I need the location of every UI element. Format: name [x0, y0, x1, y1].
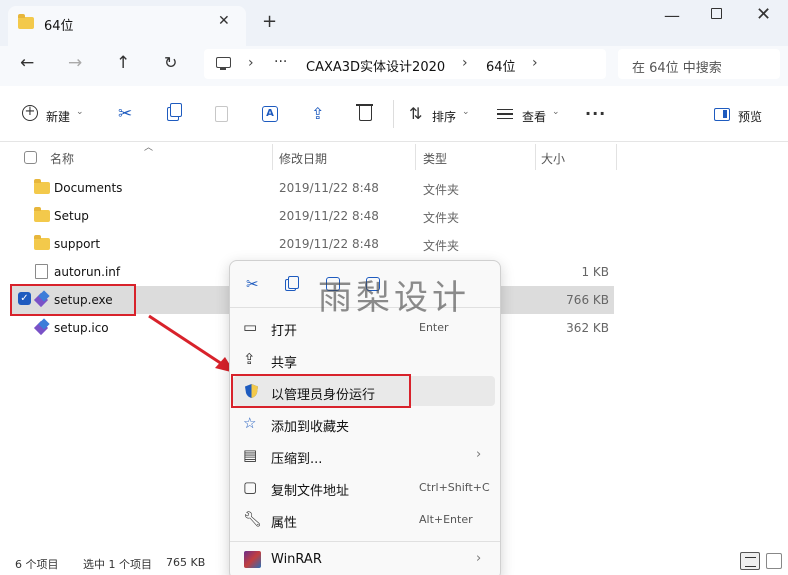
annotation-highlight-box: [10, 284, 136, 316]
breadcrumb-caxa[interactable]: CAXA3D实体设计2020: [306, 56, 445, 75]
menu-item-open[interactable]: 打开: [271, 320, 297, 339]
status-selected-count: 选中 1 个项目: [83, 558, 152, 571]
open-icon: ▭: [243, 318, 258, 336]
plus-circle-icon[interactable]: +: [22, 105, 38, 121]
share-icon[interactable]: ⇪: [311, 104, 324, 123]
menu-item-properties[interactable]: 属性: [271, 512, 297, 531]
menu-item-add-favorites[interactable]: 添加到收藏夹: [271, 416, 349, 435]
settings-file-icon: [35, 264, 48, 279]
column-header-name[interactable]: 名称: [50, 150, 74, 167]
more-options-button[interactable]: ···: [585, 104, 606, 123]
share-icon: ⇪: [243, 350, 256, 368]
refresh-icon[interactable]: ↻: [164, 53, 177, 72]
copy-icon[interactable]: [285, 276, 299, 291]
copy-icon[interactable]: [167, 103, 182, 121]
preview-pane-icon[interactable]: [714, 108, 730, 121]
preview-button[interactable]: 预览: [738, 108, 762, 125]
chevron-right-icon[interactable]: ›: [532, 55, 538, 71]
winrar-icon: [244, 551, 261, 568]
file-date: 2019/11/22 8:48: [279, 237, 379, 251]
column-divider[interactable]: [535, 144, 536, 170]
tiles-view-button[interactable]: [766, 553, 782, 569]
chevron-right-icon: ›: [476, 447, 482, 462]
file-name[interactable]: autorun.inf: [54, 265, 120, 279]
star-icon: ☆: [243, 414, 257, 432]
column-header-date[interactable]: 修改日期: [279, 150, 327, 167]
breadcrumb-64[interactable]: 64位: [486, 56, 516, 75]
column-header-size[interactable]: 大小: [541, 150, 565, 167]
close-tab-button[interactable]: ✕: [218, 13, 230, 29]
menu-item-share[interactable]: 共享: [271, 352, 297, 371]
image-file-icon: [35, 320, 49, 334]
divider: [230, 541, 500, 542]
cut-icon[interactable]: ✂: [246, 275, 259, 293]
file-size: 1 KB: [581, 265, 609, 279]
column-divider[interactable]: [272, 144, 273, 170]
path-icon: ▢: [243, 478, 258, 496]
search-placeholder: 在 64位 中搜索: [632, 61, 722, 76]
sort-button[interactable]: 排序: [432, 108, 456, 125]
chevron-right-icon[interactable]: ›: [462, 55, 468, 71]
file-size: 766 KB: [566, 293, 609, 307]
forward-arrow-icon[interactable]: →: [68, 53, 82, 73]
up-arrow-icon[interactable]: ↑: [116, 53, 130, 73]
folder-icon: [34, 179, 50, 194]
folder-icon: [18, 14, 34, 29]
view-button[interactable]: 查看: [522, 108, 546, 125]
shortcut-label: Enter: [419, 321, 449, 334]
file-name[interactable]: setup.ico: [54, 321, 109, 335]
file-date: 2019/11/22 8:48: [279, 181, 379, 195]
file-name[interactable]: Setup: [54, 209, 89, 223]
maximize-button[interactable]: [711, 8, 722, 19]
menu-item-winrar[interactable]: WinRAR: [271, 552, 322, 567]
status-item-count: 6 个项目: [15, 558, 59, 571]
details-view-button[interactable]: [740, 552, 760, 570]
delete-icon[interactable]: [356, 104, 373, 121]
sort-up-icon: ︿: [144, 143, 154, 153]
folder-icon: [34, 207, 50, 222]
tab-title: 64位: [44, 19, 74, 34]
new-tab-button[interactable]: +: [262, 11, 277, 32]
file-type: 文件夹: [423, 239, 460, 253]
select-all-checkbox[interactable]: [24, 151, 37, 164]
column-header-type[interactable]: 类型: [423, 150, 447, 167]
shortcut-label: Alt+Enter: [419, 513, 473, 526]
minimize-button[interactable]: —: [664, 6, 680, 25]
chevron-right-icon: ›: [476, 551, 482, 566]
file-size: 362 KB: [566, 321, 609, 335]
new-button[interactable]: 新建: [46, 108, 70, 125]
rename-icon[interactable]: A: [262, 106, 278, 122]
chevron-right-icon[interactable]: ›: [248, 55, 254, 71]
shortcut-label: Ctrl+Shift+C: [419, 481, 490, 494]
file-name[interactable]: Documents: [54, 181, 122, 195]
menu-item-compress[interactable]: 压缩到...: [271, 448, 322, 467]
watermark: 雨梨设计: [318, 278, 470, 318]
chevron-down-icon[interactable]: ⌄: [462, 107, 470, 117]
menu-item-copy-path[interactable]: 复制文件地址: [271, 480, 349, 499]
archive-icon: ▤: [243, 446, 258, 464]
paste-icon[interactable]: [215, 106, 228, 122]
chevron-down-icon[interactable]: ⌄: [552, 107, 560, 117]
cut-icon[interactable]: ✂: [118, 104, 132, 124]
folder-icon: [34, 235, 50, 250]
sort-icon[interactable]: ⇅: [409, 104, 422, 123]
computer-icon: [216, 57, 231, 70]
window-close-button[interactable]: ✕: [756, 4, 771, 25]
file-name[interactable]: support: [54, 237, 100, 251]
annotation-arrow: [148, 314, 235, 373]
address-more-button[interactable]: ···: [274, 54, 287, 70]
back-arrow-icon[interactable]: ←: [20, 53, 34, 73]
file-date: 2019/11/22 8:48: [279, 209, 379, 223]
file-type: 文件夹: [423, 211, 460, 225]
chevron-down-icon[interactable]: ⌄: [76, 107, 84, 117]
file-type: 文件夹: [423, 183, 460, 197]
column-divider[interactable]: [616, 144, 617, 170]
status-selected-size: 765 KB: [166, 556, 206, 569]
wrench-icon: 🔧︎: [243, 510, 263, 528]
divider: [393, 100, 394, 128]
column-divider[interactable]: [415, 144, 416, 170]
view-icon[interactable]: [497, 109, 513, 119]
annotation-highlight-box: [231, 374, 411, 408]
